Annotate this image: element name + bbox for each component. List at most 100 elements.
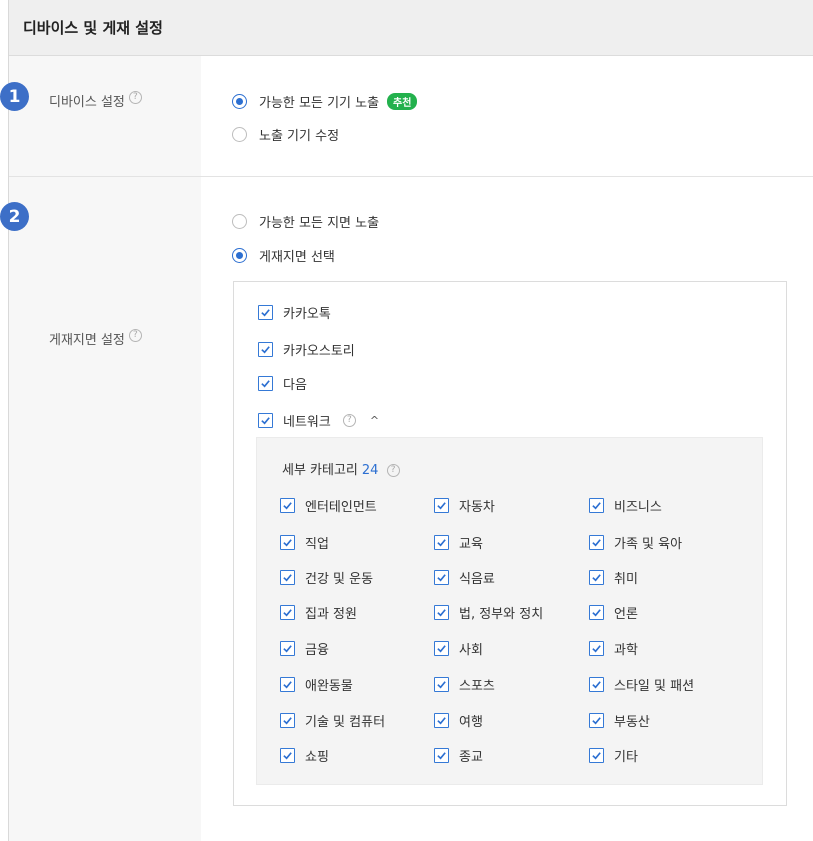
device-option-label: 노출 기기 수정 <box>259 129 340 144</box>
subcategory-label: 스포츠 <box>459 679 495 694</box>
subcategory-label: 언론 <box>614 607 638 622</box>
placement-option-all[interactable]: 가능한 모든 지면 노출 <box>232 212 379 231</box>
checkbox[interactable] <box>258 376 273 391</box>
checkbox[interactable] <box>434 713 449 728</box>
subcategory-checkbox[interactable]: 집과 정원 <box>280 603 357 622</box>
checkbox[interactable] <box>589 677 604 692</box>
checkbox[interactable] <box>280 641 295 656</box>
checkbox[interactable] <box>258 305 273 320</box>
subcategory-checkbox[interactable]: 엔터테인먼트 <box>280 496 377 515</box>
subcategory-label: 비즈니스 <box>614 500 662 515</box>
check-icon <box>283 574 292 582</box>
checkbox[interactable] <box>589 498 604 513</box>
checkbox[interactable] <box>589 605 604 620</box>
checkbox[interactable] <box>434 498 449 513</box>
checkbox[interactable] <box>280 498 295 513</box>
subcategory-checkbox[interactable]: 언론 <box>589 603 638 622</box>
check-icon <box>592 502 601 510</box>
checkbox[interactable] <box>589 570 604 585</box>
panel-title: 디바이스 및 게재 설정 <box>23 19 163 37</box>
media-label: 네트워크 <box>283 415 331 430</box>
checkbox[interactable] <box>258 342 273 357</box>
checkbox[interactable] <box>280 748 295 763</box>
subcategory-checkbox[interactable]: 스타일 및 패션 <box>589 675 694 694</box>
subcategory-checkbox[interactable]: 가족 및 육아 <box>589 533 682 552</box>
checkbox[interactable] <box>434 605 449 620</box>
check-icon <box>437 645 446 653</box>
radio-button[interactable] <box>232 214 247 229</box>
subcategory-checkbox[interactable]: 여행 <box>434 711 483 730</box>
subcategory-checkbox[interactable]: 취미 <box>589 568 638 587</box>
help-icon[interactable]: ? <box>386 464 400 477</box>
recommend-badge: 추천 <box>387 93 418 110</box>
chevron-up-icon[interactable]: ^ <box>370 414 379 427</box>
checkbox[interactable] <box>589 713 604 728</box>
checkbox[interactable] <box>589 641 604 656</box>
checkbox[interactable] <box>280 605 295 620</box>
subcategory-checkbox[interactable]: 금융 <box>280 639 329 658</box>
radio-button[interactable] <box>232 127 247 142</box>
help-icon[interactable]: ? <box>128 91 142 104</box>
subcategory-checkbox[interactable]: 법, 정부와 정치 <box>434 603 543 622</box>
check-icon <box>592 574 601 582</box>
checkbox[interactable] <box>280 713 295 728</box>
device-option-custom[interactable]: 노출 기기 수정 <box>232 125 339 144</box>
placement-option-label: 게재지면 선택 <box>259 250 335 265</box>
media-checkbox-network[interactable]: 네트워크 ? ^ <box>258 411 379 430</box>
subcategory-checkbox[interactable]: 애완동물 <box>280 675 353 694</box>
checkbox[interactable] <box>434 677 449 692</box>
check-icon <box>261 417 270 425</box>
check-icon <box>592 645 601 653</box>
checkbox[interactable] <box>280 535 295 550</box>
checkbox[interactable] <box>434 570 449 585</box>
subcategory-checkbox[interactable]: 기타 <box>589 746 638 765</box>
check-icon <box>283 502 292 510</box>
help-icon[interactable]: ? <box>342 414 356 427</box>
subcategory-checkbox[interactable]: 부동산 <box>589 711 650 730</box>
check-icon <box>592 539 601 547</box>
subcategory-checkbox[interactable]: 기술 및 컴퓨터 <box>280 711 385 730</box>
subcategory-checkbox[interactable]: 직업 <box>280 533 329 552</box>
subcategory-checkbox[interactable]: 자동차 <box>434 496 495 515</box>
subcategory-checkbox[interactable]: 비즈니스 <box>589 496 662 515</box>
help-icon[interactable]: ? <box>128 329 142 342</box>
subcategory-count: 24 <box>361 463 379 478</box>
subcategory-checkbox[interactable]: 사회 <box>434 639 483 658</box>
media-checkbox-kakaostory[interactable]: 카카오스토리 <box>258 340 355 359</box>
subcategory-checkbox[interactable]: 건강 및 운동 <box>280 568 373 587</box>
media-checkbox-daum[interactable]: 다음 <box>258 374 307 393</box>
subcategory-label: 금융 <box>305 643 329 658</box>
placement-option-select[interactable]: 게재지면 선택 <box>232 246 335 265</box>
subcategory-checkbox[interactable]: 스포츠 <box>434 675 495 694</box>
radio-button[interactable] <box>232 94 247 109</box>
media-label: 카카오스토리 <box>283 344 355 359</box>
check-icon <box>592 681 601 689</box>
check-icon <box>592 717 601 725</box>
step-badge-1: 1 <box>0 82 29 111</box>
subcategory-checkbox[interactable]: 과학 <box>589 639 638 658</box>
subcategory-label: 식음료 <box>459 572 495 587</box>
subcategory-checkbox[interactable]: 종교 <box>434 746 483 765</box>
subcategory-label: 법, 정부와 정치 <box>459 607 544 622</box>
radio-button[interactable] <box>232 248 247 263</box>
checkbox[interactable] <box>434 641 449 656</box>
check-icon <box>437 539 446 547</box>
subcategory-label: 가족 및 육아 <box>614 537 683 552</box>
checkbox[interactable] <box>589 535 604 550</box>
media-label: 카카오톡 <box>283 307 331 322</box>
subcategory-checkbox[interactable]: 식음료 <box>434 568 495 587</box>
media-checkbox-kakaotalk[interactable]: 카카오톡 <box>258 303 331 322</box>
checkbox[interactable] <box>589 748 604 763</box>
subcategory-label: 집과 정원 <box>305 607 357 622</box>
checkbox[interactable] <box>434 748 449 763</box>
checkbox[interactable] <box>280 677 295 692</box>
device-option-all[interactable]: 가능한 모든 기기 노출 추천 <box>232 92 418 111</box>
checkbox[interactable] <box>434 535 449 550</box>
subcategory-label: 과학 <box>614 643 638 658</box>
subcategory-label: 엔터테인먼트 <box>305 500 377 515</box>
checkbox[interactable] <box>280 570 295 585</box>
subcategory-checkbox[interactable]: 교육 <box>434 533 483 552</box>
media-label: 다음 <box>283 378 307 393</box>
subcategory-checkbox[interactable]: 쇼핑 <box>280 746 329 765</box>
checkbox[interactable] <box>258 413 273 428</box>
